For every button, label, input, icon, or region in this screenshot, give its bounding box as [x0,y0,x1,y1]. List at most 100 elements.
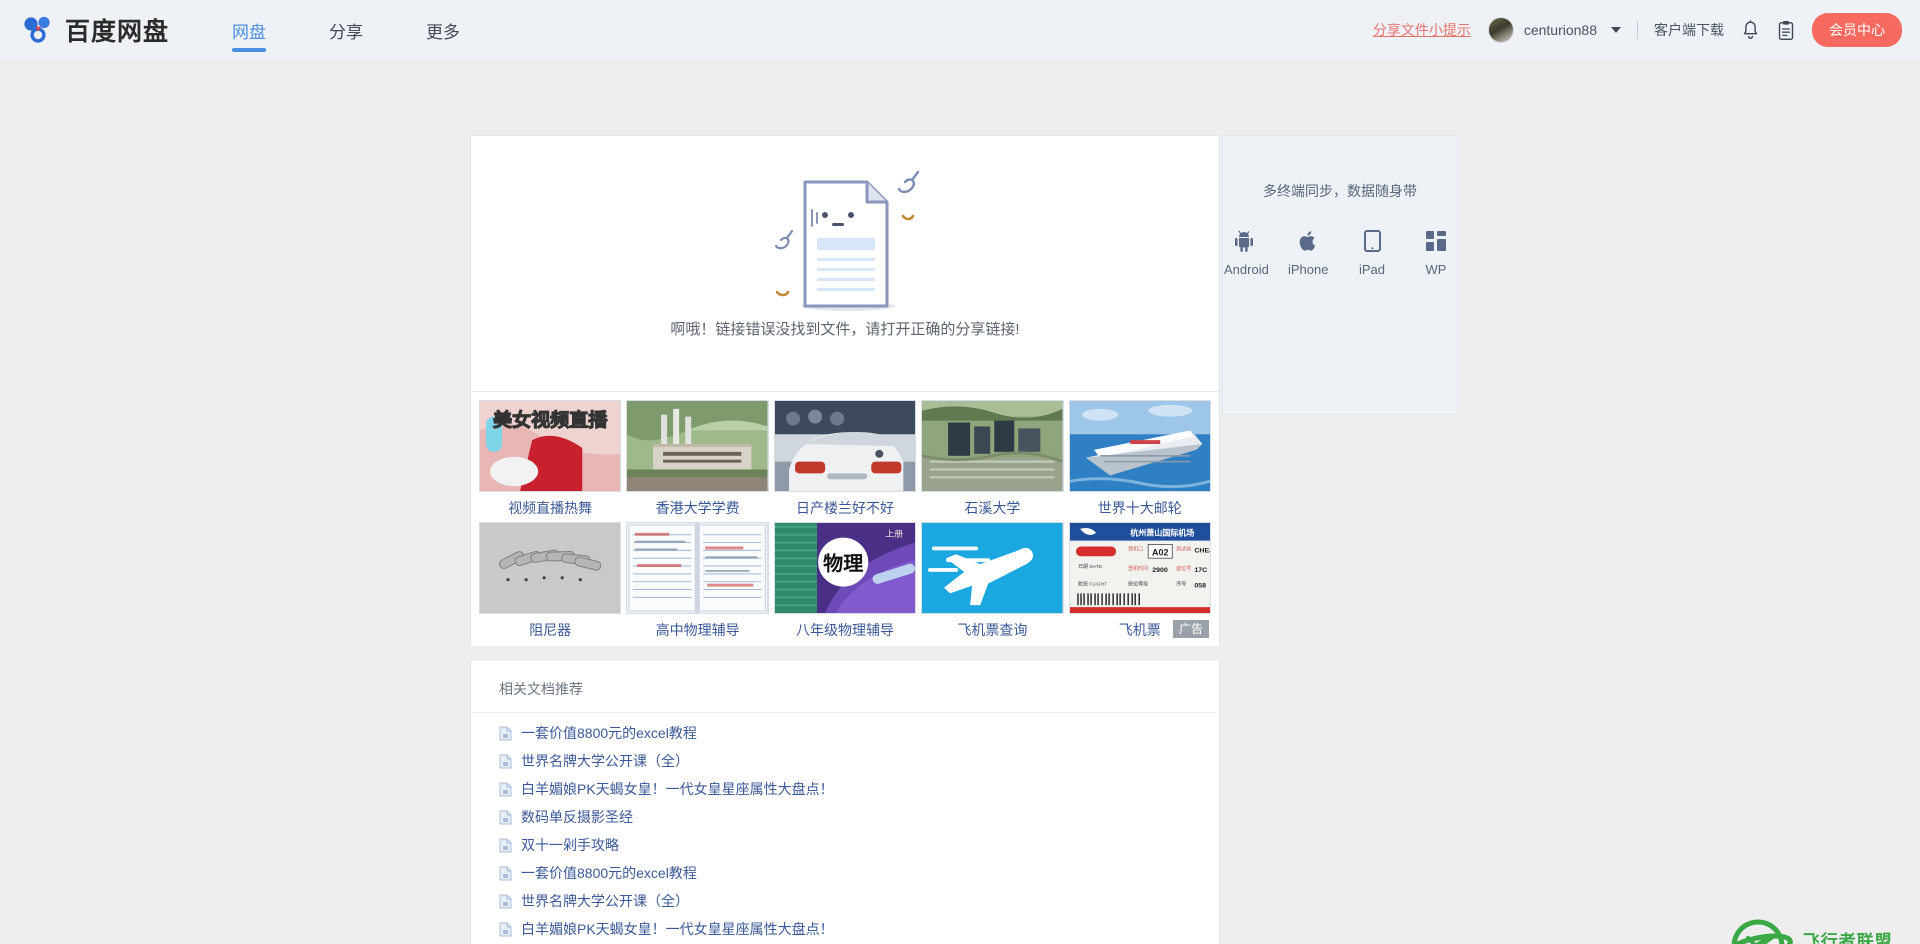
sidebar-item-label: Android [1224,262,1269,277]
page-body: 啊哦！链接错误没找到文件，请打开正确的分享链接! 美女视频直播 视频直播热舞 香… [0,60,1920,944]
thumbnail-label: 高中物理辅导 [655,622,740,638]
thumbnail-label: 八年级物理辅导 [795,622,894,638]
avatar[interactable] [1487,17,1514,43]
recommendations-list: 一套价值8800元的excel教程 世界名牌大学公开课（全） 白羊媚娘PK天蝎女… [471,713,1219,943]
nav-item-more[interactable]: 更多 [426,0,460,60]
thumbnail-label: 飞机票查询 [957,622,1028,638]
client-download-link[interactable]: 客户端下载 [1654,20,1724,40]
list-item-label: 一套价值8800元的excel教程 [521,865,697,881]
list-item-label: 世界名牌大学公开课（全） [521,893,689,909]
svg-text:17C: 17C [1194,567,1207,574]
recommendations-title: 相关文档推荐 [471,679,1219,713]
broken-document-icon [745,168,945,323]
hong-kong-university-gate-thumbnail-image [626,400,769,492]
list-item[interactable]: 白羊媚娘PK天蝎女皇！一代女皇星座属性大盘点！ [499,775,1191,803]
list-item[interactable]: 一套价值8800元的excel教程 [499,859,1191,887]
thumbnail-card[interactable]: 日产楼兰好不好 [773,400,917,518]
nav-item-label: 网盘 [232,22,267,42]
chevron-down-icon[interactable] [1611,27,1621,33]
list-item[interactable]: 数码单反摄影圣经 [499,803,1191,831]
ipad-icon [1352,229,1392,253]
china-flier-watermark: 飞行者联盟 China Flier [1722,916,1902,944]
ad-badge: 广告 [1172,620,1209,638]
physics-textbook-cover-thumbnail-image: 物理 上册 [773,522,917,614]
dance-live-stream-thumbnail-image: 美女视频直播 [479,400,622,492]
list-item[interactable]: 一套价值8800元的excel教程 [499,719,1191,747]
thumbnail-card[interactable]: 飞机票查询 [921,522,1064,640]
svg-text:日期 DATE: 日期 DATE [1078,564,1103,570]
svg-text:登机口: 登机口 [1128,545,1143,552]
nav-item-share[interactable]: 分享 [329,0,363,60]
main-nav: 网盘 分享 更多 [232,0,523,60]
sidebar-item-wp[interactable]: WP [1416,229,1456,277]
svg-text:物理: 物理 [823,552,863,575]
thumbnail-card[interactable]: 物理 上册 八年级物理辅导 [773,522,917,640]
document-icon [499,894,512,909]
svg-text:到达站: 到达站 [1176,545,1191,552]
vip-center-button[interactable]: 会员中心 [1812,13,1902,47]
list-item[interactable]: 世界名牌大学公开课（全） [499,747,1191,775]
document-icon [499,922,512,937]
list-item[interactable]: 白羊媚娘PK天蝎女皇！一代女皇星座属性大盘点！ [499,915,1191,943]
svg-text:杭州萧山国际机场: 杭州萧山国际机场 [1130,528,1194,538]
nav-item-label: 更多 [426,22,461,42]
thumbnail-card[interactable]: 石溪大学 [921,400,1064,518]
thumbnail-card[interactable]: 香港大学学费 [626,400,769,518]
document-icon [499,782,512,797]
list-item-label: 白羊媚娘PK天蝎女皇！一代女皇星座属性大盘点！ [521,781,834,797]
svg-text:序号: 序号 [1176,581,1186,588]
thumbnail-label: 香港大学学费 [655,500,740,516]
watermark-cn: 飞行者联盟 [1802,932,1893,944]
cruise-ship-thumbnail-image [1068,400,1211,492]
sidebar-item-android[interactable]: Android [1224,229,1269,277]
bell-icon[interactable] [1741,19,1760,41]
svg-text:上册: 上册 [885,529,903,539]
document-icon [499,726,512,741]
top-header: 百度网盘 网盘 分享 更多 分享文件小提示 centurion88 客户端下载 [0,0,1920,60]
header-right-cluster: 分享文件小提示 centurion88 客户端下载 会员中心 [1373,0,1902,60]
sidebar-item-ipad[interactable]: iPad [1352,229,1392,277]
document-icon [499,838,512,853]
sidebar-item-label: WP [1425,262,1447,277]
main-content-card: 啊哦！链接错误没找到文件，请打开正确的分享链接! 美女视频直播 视频直播热舞 香… [470,135,1220,646]
sidebar-item-iphone[interactable]: iPhone [1288,229,1328,277]
svg-text:美女视频直播: 美女视频直播 [493,409,608,431]
nav-item-wangpan[interactable]: 网盘 [232,0,266,60]
thumbnail-card[interactable]: 美女视频直播 视频直播热舞 [479,400,622,518]
list-item-label: 一套价值8800元的excel教程 [521,725,697,741]
recommendations-card: 相关文档推荐 一套价值8800元的excel教程 世界名牌大学公开课（全） 白羊… [470,661,1220,944]
windows-phone-icon [1416,229,1456,253]
stony-brook-campus-aerial-thumbnail-image [921,400,1064,492]
brand-name: 百度网盘 [65,18,170,46]
error-message: 啊哦！链接错误没找到文件，请打开正确的分享链接! [670,321,1020,338]
divider [1637,21,1638,39]
sidebar-item-label: iPad [1358,262,1386,277]
list-item[interactable]: 世界名牌大学公开课（全） [499,887,1191,915]
brand[interactable]: 百度网盘 [22,12,169,48]
thumbnail-card[interactable]: 高中物理辅导 [626,522,769,640]
sidebar-title: 多终端同步，数据随身带 [1263,183,1417,199]
baidu-cloud-logo-icon [22,13,56,47]
clipboard-icon[interactable] [1777,20,1795,41]
list-item-label: 白羊媚娘PK天蝎女皇！一代女皇星座属性大盘点！ [521,921,834,937]
china-flier-plane-logo-icon [1722,916,1794,944]
multi-device-sidebar: 多终端同步，数据随身带 Android iPhone iPad WP [1222,135,1458,415]
svg-text:舱位等级: 舱位等级 [1128,581,1148,588]
svg-text:登机时间: 登机时间 [1128,565,1148,572]
list-item-label: 双十一剁手攻略 [521,837,619,853]
svg-text:2900: 2900 [1152,567,1168,574]
document-icon [499,754,512,769]
username-label: centurion88 [1523,22,1597,38]
svg-text:航班 FLIGHT: 航班 FLIGHT [1078,581,1107,588]
thumbnail-label: 石溪大学 [964,500,1021,516]
svg-text:CHEJU: CHEJU [1194,547,1210,554]
thumbnail-label: 世界十大邮轮 [1097,500,1182,516]
nav-item-label: 分享 [329,22,364,42]
svg-text:058: 058 [1194,583,1206,590]
list-item[interactable]: 双十一剁手攻略 [499,831,1191,859]
svg-text:座位号: 座位号 [1176,565,1191,572]
thumbnail-card[interactable]: 世界十大邮轮 [1068,400,1211,518]
thumbnail-card[interactable]: 阻尼器 [479,522,622,640]
nissan-murano-car-thumbnail-image [773,400,917,492]
share-tip-link[interactable]: 分享文件小提示 [1373,20,1471,40]
